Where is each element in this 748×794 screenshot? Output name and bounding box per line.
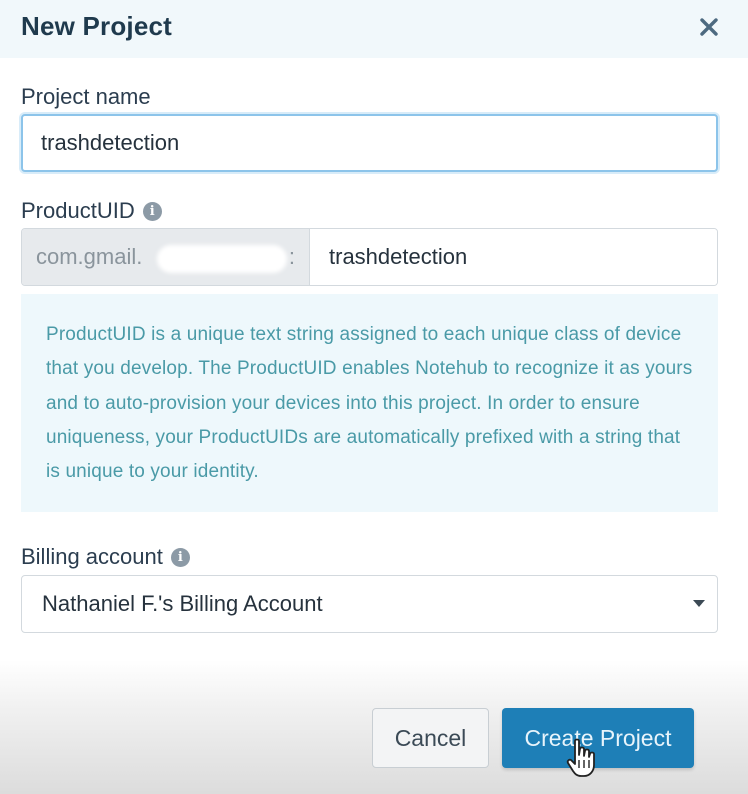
product-uid-label: ProductUID i: [21, 198, 162, 224]
new-project-dialog: New Project Project name trashdetection …: [0, 0, 748, 794]
product-uid-input[interactable]: trashdetection: [310, 229, 717, 285]
billing-account-select[interactable]: Nathaniel F.'s Billing Account: [21, 575, 718, 633]
project-name-label-text: Project name: [21, 84, 151, 109]
caret-down-icon: [693, 600, 705, 607]
project-name-input[interactable]: trashdetection: [21, 114, 718, 172]
product-uid-field: com.gmail. : trashdetection: [21, 228, 718, 286]
project-name-label: Project name: [21, 84, 151, 110]
product-uid-prefix-text: com.gmail.: [36, 244, 143, 269]
billing-account-label-text: Billing account: [21, 544, 163, 569]
info-icon[interactable]: i: [142, 201, 162, 221]
redaction-mark: [157, 245, 287, 273]
billing-account-label: Billing account i: [21, 544, 190, 570]
close-icon[interactable]: [694, 12, 724, 42]
product-uid-prefix: com.gmail. :: [22, 229, 310, 285]
cancel-button[interactable]: Cancel: [372, 708, 489, 768]
hand-cursor-icon: [566, 738, 595, 777]
product-uid-help-box: ProductUID is a unique text string assig…: [21, 294, 718, 512]
dialog-title: New Project: [21, 11, 173, 41]
product-uid-label-text: ProductUID: [21, 198, 135, 223]
product-uid-separator: :: [288, 244, 295, 269]
dialog-header: New Project: [0, 0, 748, 58]
billing-account-selected: Nathaniel F.'s Billing Account: [42, 591, 323, 616]
info-icon[interactable]: i: [170, 547, 190, 567]
